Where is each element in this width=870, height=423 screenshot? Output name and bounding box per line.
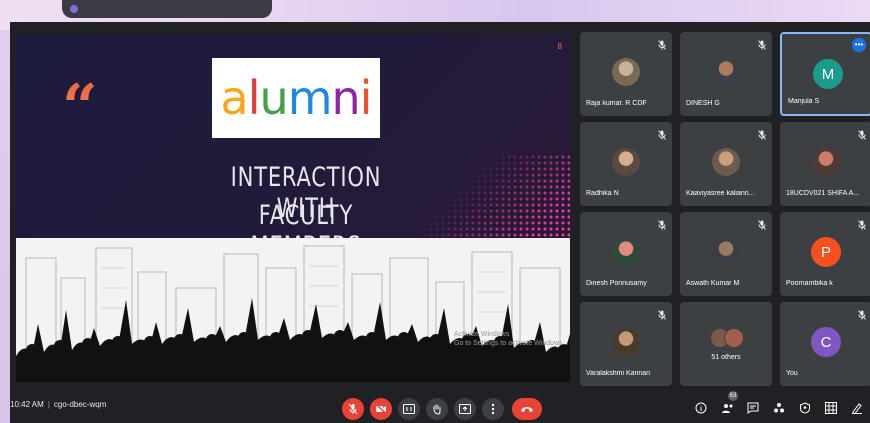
camera-off-icon — [375, 403, 387, 415]
alumni-logo-text: alumni — [220, 71, 373, 125]
meeting-info-separator: | — [47, 400, 50, 409]
layout-icon — [825, 402, 837, 414]
change-layout-button[interactable] — [824, 401, 838, 415]
captions-icon — [403, 404, 415, 414]
logo-letter: n — [331, 71, 361, 125]
logo-letter: u — [259, 71, 289, 125]
others-avatars — [710, 328, 744, 348]
alumni-logo: alumni — [212, 58, 380, 138]
mic-muted-icon — [858, 127, 866, 140]
avatar — [612, 148, 640, 176]
whiteboard-button[interactable] — [850, 401, 864, 415]
avatar — [712, 58, 740, 86]
activate-windows-line1: Activate Windows — [454, 331, 510, 338]
participant-name: Aswath Kumar M — [686, 280, 740, 287]
activities-button[interactable] — [772, 401, 786, 415]
presenting-banner — [62, 0, 272, 18]
avatar — [612, 58, 640, 86]
mic-muted-icon — [858, 217, 866, 230]
avatar — [712, 238, 740, 266]
presentation-slide[interactable]: 8 “ alumni INTERACTION WITH FACULTY MEMB… — [16, 34, 570, 382]
raise-hand-icon — [433, 404, 441, 415]
avatar-letter: M — [813, 59, 843, 89]
end-call-icon — [521, 407, 533, 412]
activate-windows-line2: Go to Settings to activate Windows. — [454, 340, 565, 347]
participant-tile[interactable]: 51 others — [680, 302, 772, 386]
participant-tile[interactable]: Aswath Kumar M — [680, 212, 772, 296]
mic-muted-icon — [658, 127, 666, 140]
participant-name: Radhika N — [586, 190, 619, 197]
participant-tile[interactable]: Radhika N — [580, 122, 672, 206]
participants-count-badge: 63 — [728, 391, 738, 401]
meeting-time: 10:42 AM — [10, 400, 44, 409]
activate-windows-watermark: Activate Windows Go to Settings to activ… — [454, 330, 565, 348]
participant-name: Raja kumar. R CDF — [586, 100, 647, 107]
slide-page-number: 8 — [557, 42, 562, 51]
host-controls-button[interactable] — [798, 401, 812, 415]
participant-name: 18UCDV021 SHIFA A... — [786, 190, 860, 197]
more-icon — [491, 403, 495, 415]
activities-icon — [774, 403, 784, 413]
avatar — [724, 328, 744, 348]
avatar — [612, 328, 640, 356]
participant-name: Dinesh Ponnusamy — [586, 280, 647, 287]
mic-off-icon — [348, 403, 358, 415]
camera-toggle-button[interactable] — [370, 398, 392, 420]
presenting-avatar — [70, 5, 78, 13]
meeting-code: cgo-dbec-wqm — [53, 400, 107, 409]
participant-tile[interactable]: 18UCDV021 SHIFA A... — [780, 122, 870, 206]
logo-letter: a — [220, 71, 249, 125]
participant-name: Manjula S — [788, 98, 820, 105]
avatar — [712, 148, 740, 176]
participant-tile[interactable]: C You — [780, 302, 870, 386]
participant-tile[interactable]: M ••• Manjula S — [780, 32, 870, 116]
mic-muted-icon — [758, 37, 766, 50]
captions-button[interactable] — [398, 398, 420, 420]
quote-mark: “ — [62, 70, 98, 143]
participant-name: You — [786, 370, 798, 377]
mic-muted-icon — [658, 217, 666, 230]
present-icon — [459, 404, 471, 414]
mic-muted-icon — [758, 217, 766, 230]
logo-letter: l — [247, 71, 261, 125]
meeting-details[interactable]: 10:42 AM | cgo-dbec-wqm — [10, 400, 106, 409]
chat-button[interactable] — [746, 401, 760, 415]
people-button[interactable] — [720, 401, 734, 415]
more-options-button[interactable] — [482, 398, 504, 420]
avatar-letter: P — [811, 237, 841, 267]
others-count-label: 51 others — [711, 354, 741, 361]
logo-letter: m — [287, 71, 333, 125]
present-now-button[interactable] — [454, 398, 476, 420]
participant-tile[interactable]: Raja kumar. R CDF — [580, 32, 672, 116]
city-crowd-illustration — [16, 238, 570, 382]
mic-muted-icon — [758, 127, 766, 140]
chat-icon — [747, 402, 759, 414]
participant-tile[interactable]: P Poornambika k — [780, 212, 870, 296]
mic-toggle-button[interactable] — [342, 398, 364, 420]
meeting-info-button[interactable] — [694, 401, 708, 415]
participant-name: DINESH G — [686, 100, 720, 107]
participant-tile[interactable]: Varalakshmi Kannan — [580, 302, 672, 386]
avatar — [812, 148, 840, 176]
host-controls-icon — [800, 402, 810, 414]
participant-name: Varalakshmi Kannan — [586, 370, 651, 377]
participant-tile[interactable]: DINESH G — [680, 32, 772, 116]
avatar — [612, 238, 640, 266]
avatar-letter: C — [811, 327, 841, 357]
leave-call-button[interactable] — [512, 398, 542, 420]
people-icon — [721, 404, 732, 413]
participant-name: Kaaviyasree kaliann... — [686, 190, 755, 197]
info-icon — [695, 402, 707, 414]
participant-name: Poornambika k — [786, 280, 833, 287]
tile-more-options-button[interactable]: ••• — [852, 38, 866, 52]
logo-letter: i — [359, 71, 373, 125]
mic-muted-icon — [658, 307, 666, 320]
participant-tile[interactable]: Kaaviyasree kaliann... — [680, 122, 772, 206]
raise-hand-button[interactable] — [426, 398, 448, 420]
whiteboard-icon — [852, 403, 862, 414]
mic-muted-icon — [858, 307, 866, 320]
mic-muted-icon — [658, 37, 666, 50]
participant-tile[interactable]: Dinesh Ponnusamy — [580, 212, 672, 296]
